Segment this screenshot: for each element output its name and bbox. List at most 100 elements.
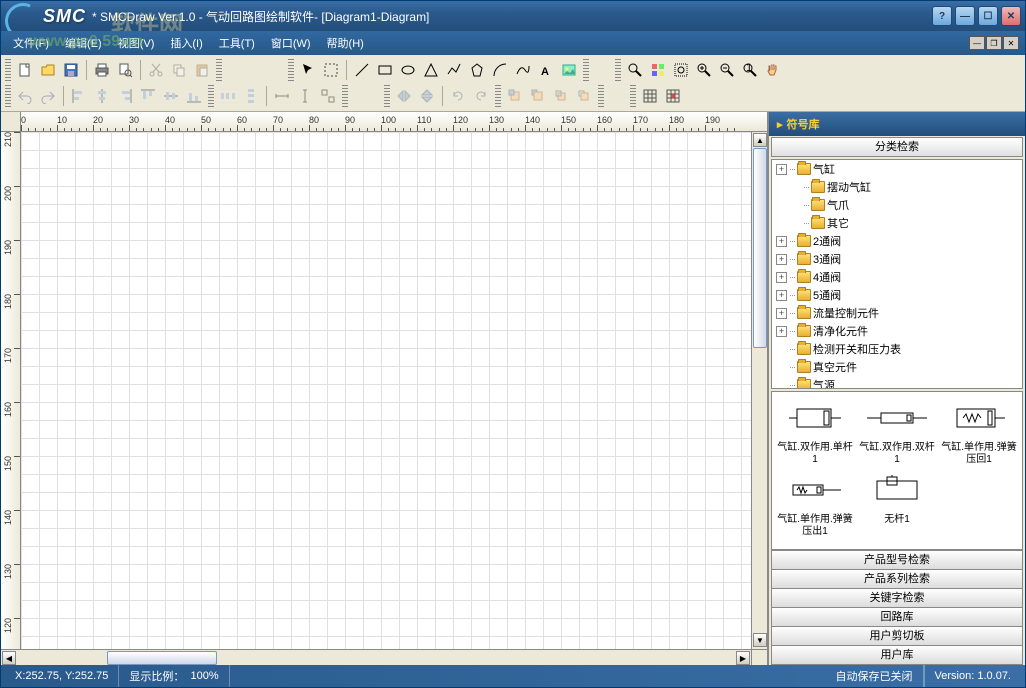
send-back-button[interactable]: [527, 85, 549, 107]
menu-file[interactable]: 文件(F): [7, 33, 55, 53]
panel-tab[interactable]: 产品型号检索: [771, 550, 1023, 570]
minimize-button[interactable]: —: [955, 6, 975, 26]
panel-tab[interactable]: 关键字检索: [771, 588, 1023, 608]
cut-button[interactable]: [145, 59, 167, 81]
tree-item[interactable]: +···气缸: [772, 160, 1022, 178]
horizontal-scrollbar[interactable]: ◀ ▶: [1, 649, 767, 665]
ruler-vertical[interactable]: 210200190180170160150140130120: [1, 132, 21, 649]
open-button[interactable]: [37, 59, 59, 81]
menu-tools[interactable]: 工具(T): [213, 33, 261, 53]
same-size-button[interactable]: [317, 85, 339, 107]
zoom-in-button[interactable]: [693, 59, 715, 81]
curve-tool-button[interactable]: [512, 59, 534, 81]
tree-item[interactable]: ···摆动气缸: [772, 178, 1022, 196]
symbol-thumbnail[interactable]: 气缸.单作用.弹簧压出1: [776, 470, 854, 538]
symbol-thumbnail[interactable]: 气缸.双作用.单杆1: [776, 398, 854, 466]
toolbar-grip[interactable]: [495, 85, 501, 107]
zoom-actual-button[interactable]: 1: [739, 59, 761, 81]
print-button[interactable]: [91, 59, 113, 81]
symbol-thumbnail[interactable]: 气缸.双作用.双杆1: [858, 398, 936, 466]
mdi-restore-button[interactable]: ❐: [986, 36, 1002, 50]
tree-item[interactable]: ···其它: [772, 214, 1022, 232]
text-tool-button[interactable]: A: [535, 59, 557, 81]
align-bottom-button[interactable]: [183, 85, 205, 107]
image-tool-button[interactable]: [558, 59, 580, 81]
toolbar-grip[interactable]: [288, 59, 294, 81]
tree-item[interactable]: +···3通阀: [772, 250, 1022, 268]
drawing-canvas[interactable]: [21, 132, 751, 649]
zoom-window-button[interactable]: [670, 59, 692, 81]
tree-item[interactable]: +···清净化元件: [772, 322, 1022, 340]
pan-button[interactable]: [762, 59, 784, 81]
menu-help[interactable]: 帮助(H): [321, 33, 370, 53]
category-search-tab[interactable]: 分类检索: [771, 137, 1023, 157]
polygon-tool-button[interactable]: [466, 59, 488, 81]
rect-tool-button[interactable]: [374, 59, 396, 81]
copy-button[interactable]: [168, 59, 190, 81]
expander-icon[interactable]: +: [776, 326, 787, 337]
toolbar-grip[interactable]: [598, 85, 604, 107]
tree-item[interactable]: +···2通阀: [772, 232, 1022, 250]
toolbar-grip[interactable]: [583, 59, 589, 81]
scroll-down-button[interactable]: ▼: [753, 633, 767, 647]
panel-tab[interactable]: 产品系列检索: [771, 569, 1023, 589]
scroll-up-button[interactable]: ▲: [753, 133, 767, 147]
grid-button[interactable]: [639, 85, 661, 107]
dist-h-button[interactable]: [217, 85, 239, 107]
expander-icon[interactable]: +: [776, 236, 787, 247]
vertical-scrollbar[interactable]: ▲ ▼: [751, 132, 767, 649]
zoom-out-button[interactable]: [716, 59, 738, 81]
dist-v-button[interactable]: [240, 85, 262, 107]
tree-item[interactable]: +···5通阀: [772, 286, 1022, 304]
panel-tab[interactable]: 回路库: [771, 607, 1023, 627]
ruler-horizontal[interactable]: 0102030405060708090100110120130140150160…: [21, 112, 767, 132]
send-backward-button[interactable]: [573, 85, 595, 107]
symbol-thumbnail[interactable]: 无杆1: [858, 470, 936, 538]
maximize-button[interactable]: ☐: [978, 6, 998, 26]
toolbar-grip[interactable]: [630, 85, 636, 107]
rotate-right-button[interactable]: [470, 85, 492, 107]
triangle-tool-button[interactable]: [420, 59, 442, 81]
panel-tab[interactable]: 用户库: [771, 645, 1023, 665]
expander-icon[interactable]: +: [776, 254, 787, 265]
same-height-button[interactable]: [294, 85, 316, 107]
select-tool-button[interactable]: [320, 59, 342, 81]
bring-front-button[interactable]: [504, 85, 526, 107]
align-center-v-button[interactable]: [160, 85, 182, 107]
print-preview-button[interactable]: [114, 59, 136, 81]
pointer-tool-button[interactable]: [297, 59, 319, 81]
mdi-close-button[interactable]: ✕: [1003, 36, 1019, 50]
menu-edit[interactable]: 编辑(E): [59, 33, 108, 53]
flip-h-button[interactable]: [393, 85, 415, 107]
new-button[interactable]: [14, 59, 36, 81]
expander-icon[interactable]: +: [776, 308, 787, 319]
tree-item[interactable]: ···检测开关和压力表: [772, 340, 1022, 358]
scroll-thumb-v[interactable]: [753, 148, 767, 348]
zoom-fit-button[interactable]: [647, 59, 669, 81]
same-width-button[interactable]: [271, 85, 293, 107]
expander-icon[interactable]: +: [776, 164, 787, 175]
toolbar-grip[interactable]: [5, 85, 11, 107]
mdi-minimize-button[interactable]: —: [969, 36, 985, 50]
flip-v-button[interactable]: [416, 85, 438, 107]
toolbar-grip[interactable]: [208, 85, 214, 107]
rotate-left-button[interactable]: [447, 85, 469, 107]
align-right-button[interactable]: [114, 85, 136, 107]
tree-item[interactable]: ···气源: [772, 376, 1022, 389]
ellipse-tool-button[interactable]: [397, 59, 419, 81]
polyline-tool-button[interactable]: [443, 59, 465, 81]
toolbar-grip[interactable]: [342, 85, 348, 107]
line-tool-button[interactable]: [351, 59, 373, 81]
zoom-button[interactable]: [624, 59, 646, 81]
menu-insert[interactable]: 插入(I): [164, 33, 208, 53]
scroll-right-button[interactable]: ▶: [736, 651, 750, 665]
symbol-thumbnail[interactable]: 气缸.单作用.弹簧压回1: [940, 398, 1018, 466]
toolbar-grip[interactable]: [216, 59, 222, 81]
snap-grid-button[interactable]: [662, 85, 684, 107]
tree-item[interactable]: +···4通阀: [772, 268, 1022, 286]
scroll-left-button[interactable]: ◀: [2, 651, 16, 665]
align-left-button[interactable]: [68, 85, 90, 107]
tree-item[interactable]: ···真空元件: [772, 358, 1022, 376]
bring-forward-button[interactable]: [550, 85, 572, 107]
align-center-h-button[interactable]: [91, 85, 113, 107]
